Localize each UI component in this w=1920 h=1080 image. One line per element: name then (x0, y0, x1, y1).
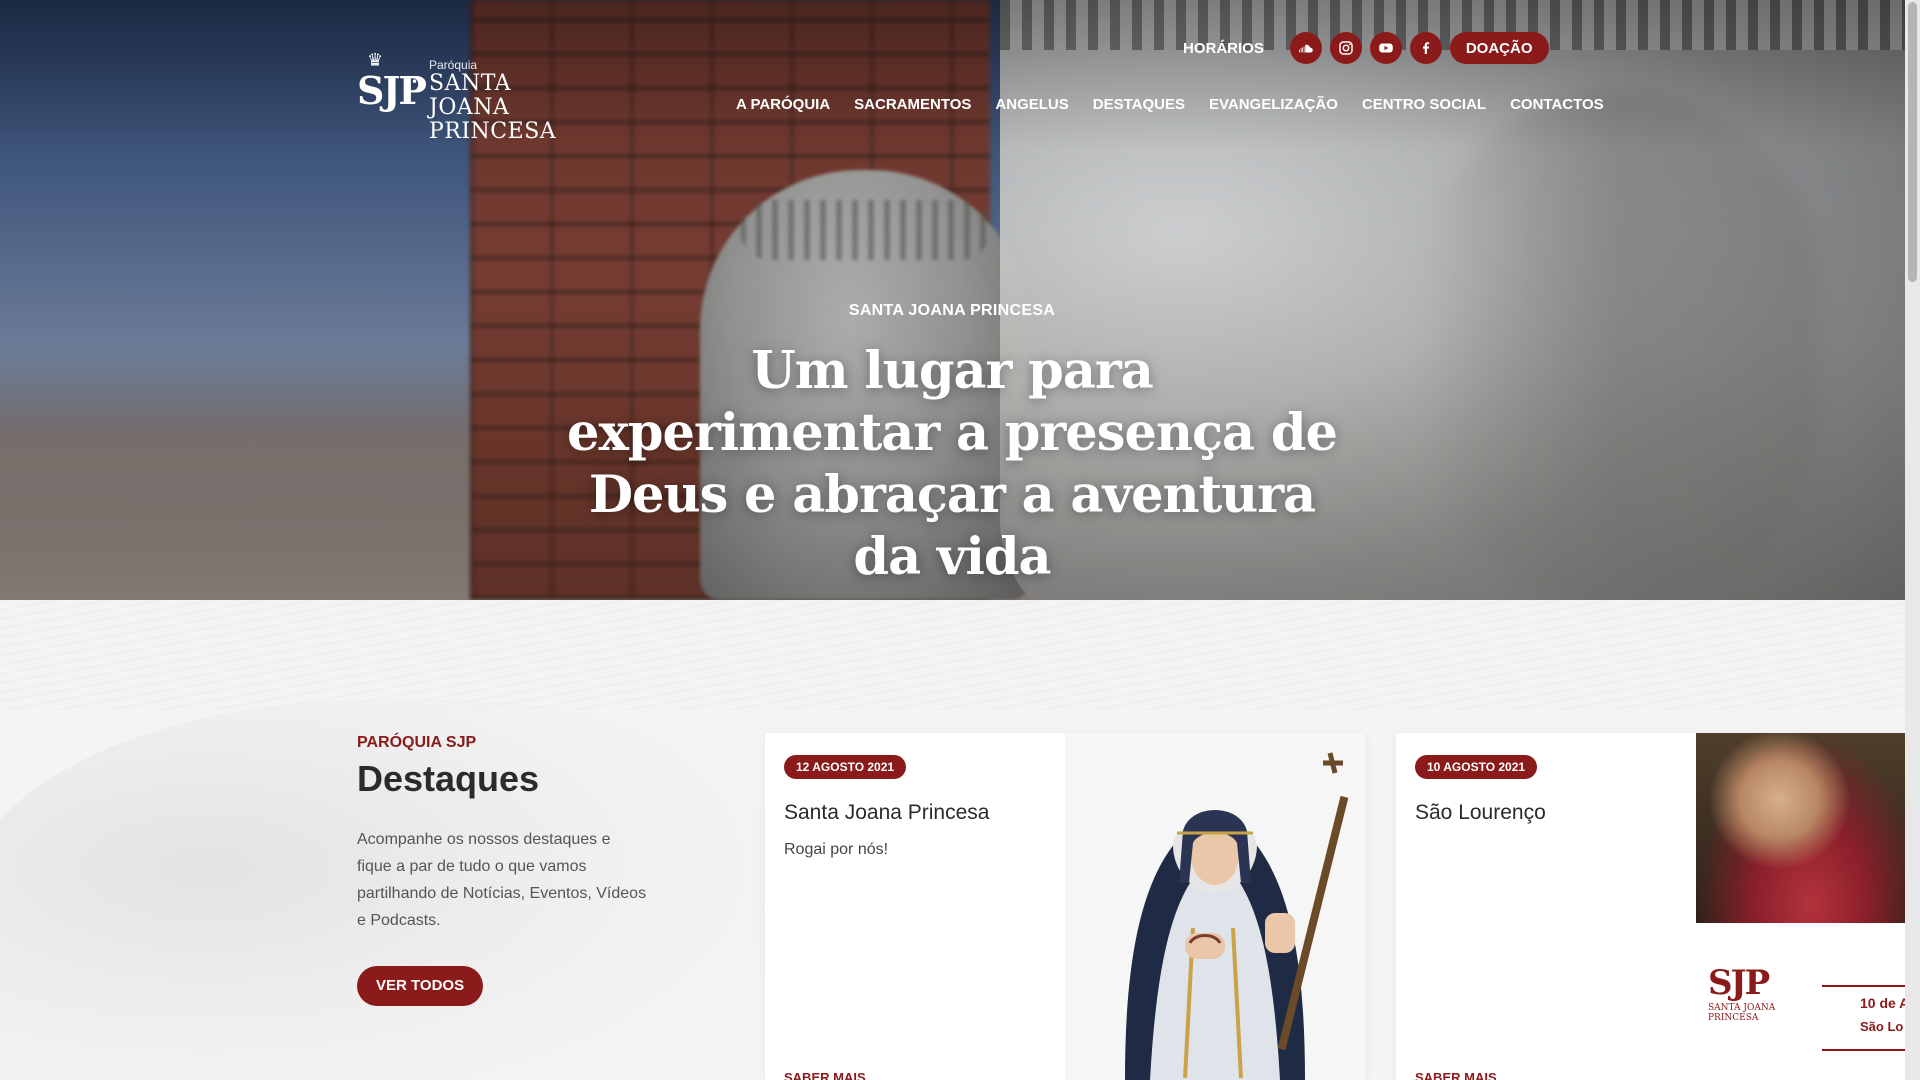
youtube-icon[interactable] (1369, 32, 1402, 64)
nav-item-angelus[interactable]: ANGELUS (995, 96, 1068, 113)
horarios-link[interactable]: HORÁRIOS (1183, 40, 1264, 57)
slide-logo-monogram: SJP (1708, 963, 1770, 1003)
section-title: Destaques (357, 758, 540, 799)
logo-name-line1: SANTA JOANA (429, 71, 512, 120)
news-card[interactable]: 12 AGOSTO 2021 Santa Joana Princesa Roga… (765, 733, 1365, 1080)
saber-mais-link[interactable]: SABER MAIS (784, 1070, 866, 1080)
saint-painting (1696, 733, 1905, 923)
ver-todos-button[interactable]: VER TODOS (357, 966, 484, 1006)
saint-statue-illustration (1125, 752, 1349, 1080)
site-logo[interactable]: ♛ SJP • Paróquia SANTA JOANA PRINCESA (357, 50, 597, 144)
nav-item-sacramentos[interactable]: SACRAMENTOS (854, 96, 971, 113)
saber-mais-link[interactable]: SABER MAIS (1415, 1070, 1497, 1080)
slide-divider (1822, 1049, 1905, 1051)
card-text: 12 AGOSTO 2021 Santa Joana Princesa Roga… (765, 733, 1065, 1080)
news-card[interactable]: 10 AGOSTO 2021 São Lourenço SABER MAIS S… (1396, 733, 1905, 1080)
scrollbar-thumb[interactable] (1908, 2, 1917, 282)
hero-text: SANTA JOANA PRINCESA Um lugar para exper… (560, 302, 1344, 588)
slide-logo-name-line1: SANTA JOANA (1708, 1003, 1776, 1013)
card-date-badge: 10 AGOSTO 2021 (1415, 755, 1538, 779)
slide-name: São Lo (1860, 1019, 1904, 1034)
card-text: 10 AGOSTO 2021 São Lourenço SABER MAIS (1396, 733, 1696, 1080)
soundcloud-icon[interactable] (1289, 32, 1322, 64)
card-title[interactable]: Santa Joana Princesa (784, 801, 1046, 825)
slide-logo-name-line2: PRINCESA (1708, 1013, 1759, 1023)
card-date-badge: 12 AGOSTO 2021 (784, 755, 907, 779)
slide-logo: SJP SANTA JOANA PRINCESA (1708, 963, 1775, 1023)
main-nav: A PARÓQUIA SACRAMENTOS ANGELUS DESTAQUES… (736, 96, 1604, 113)
logo-dot: • (411, 75, 419, 89)
destaques-intro: PARÓQUIA SJP Destaques Acompanhe os noss… (357, 734, 657, 1006)
hero-eyebrow: SANTA JOANA PRINCESA (848, 302, 1056, 319)
nav-item-centro-social[interactable]: CENTRO SOCIAL (1362, 96, 1486, 113)
top-bar: HORÁRIOS DOAÇÃO (1183, 32, 1549, 64)
slide-date: 10 de A (1860, 995, 1905, 1011)
instagram-icon[interactable] (1329, 32, 1362, 64)
card-image[interactable] (1065, 733, 1365, 1080)
donate-button[interactable]: DOAÇÃO (1449, 32, 1549, 64)
logo-name: SANTA JOANA PRINCESA (429, 72, 597, 144)
logo-small-text: Paróquia (429, 58, 478, 72)
nav-item-evangelizacao[interactable]: EVANGELIZAÇÃO (1209, 96, 1338, 113)
slide-divider (1822, 985, 1905, 987)
nav-item-a-paroquia[interactable]: A PARÓQUIA (736, 96, 830, 113)
card-image[interactable]: SJP SANTA JOANA PRINCESA 10 de A São Lo (1696, 733, 1905, 1080)
facebook-icon[interactable] (1409, 32, 1442, 64)
hero-headline: Um lugar para experimentar a presença de… (567, 341, 1338, 587)
page-scrollbar[interactable] (1905, 0, 1920, 1080)
section-description: Acompanhe os nossos destaques e fique a … (357, 831, 647, 929)
card-title[interactable]: São Lourenço (1415, 801, 1677, 825)
section-eyebrow: PARÓQUIA SJP (357, 734, 477, 751)
logo-name-line2: PRINCESA (429, 119, 557, 144)
section-texture (0, 600, 1905, 710)
card-subtitle: Rogai por nós! (784, 841, 889, 858)
nav-item-destaques[interactable]: DESTAQUES (1093, 96, 1185, 113)
nav-item-contactos[interactable]: CONTACTOS (1510, 96, 1604, 113)
